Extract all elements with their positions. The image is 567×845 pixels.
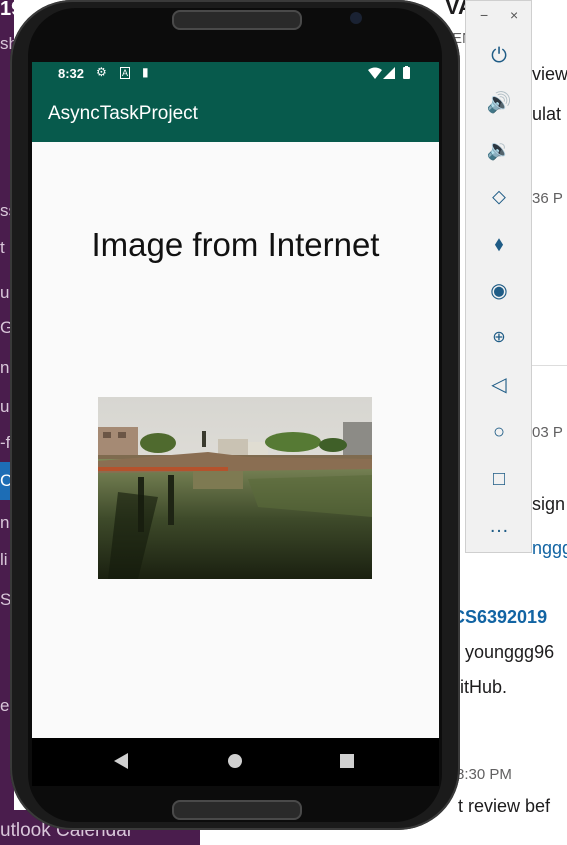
chat-text: younggg96 (465, 642, 555, 662)
status-bar: 8:32 ⚙ A ▮ (32, 62, 439, 86)
app-bar: AsyncTaskProject (32, 86, 439, 142)
a-icon: A (120, 67, 131, 79)
sd-card-icon: ▮ (142, 65, 149, 79)
chat-text: sign (532, 494, 566, 514)
power-icon[interactable]: ⏻ (486, 43, 512, 69)
close-button[interactable]: × (510, 7, 518, 23)
chat-link[interactable]: nggg (532, 538, 567, 559)
background-fragment: n (0, 358, 10, 377)
volume-up-icon[interactable]: 🔊 (486, 90, 512, 116)
zoom-icon[interactable]: ⊕ (486, 325, 512, 351)
more-icon[interactable]: … (486, 513, 512, 539)
rotate-left-icon[interactable]: ⬦ (486, 184, 512, 210)
bottom-speaker (172, 800, 302, 820)
downloaded-image (98, 397, 372, 579)
volume-down-icon[interactable]: 🔉 (486, 137, 512, 163)
image-heading: Image from Internet (91, 226, 380, 263)
signal-icon (383, 67, 395, 79)
wifi-icon (368, 67, 382, 79)
battery-icon (403, 66, 410, 79)
back-icon[interactable] (114, 753, 128, 769)
chat-timestamp: 8:30 PM (456, 766, 512, 783)
device-screen: 8:32 ⚙ A ▮ AsyncTaskProject Image from I… (32, 62, 439, 738)
overview-icon[interactable]: □ (486, 466, 512, 492)
background-fragment: t (0, 238, 5, 257)
front-camera (350, 12, 362, 24)
minimize-button[interactable]: − (480, 7, 488, 23)
rotate-right-icon[interactable]: ⬧ (486, 231, 512, 257)
app-title: AsyncTaskProject (48, 103, 198, 124)
emulator-toolbar: − × ⏻ 🔊 🔉 ⬦ ⬧ ◉ ⊕ ◁ ○ □ … (465, 0, 532, 553)
chat-timestamp: 36 P (532, 190, 563, 207)
background-fragment: -f (0, 433, 11, 452)
camera-icon[interactable]: ◉ (486, 278, 512, 304)
chat-timestamp: 03 P (532, 424, 563, 441)
home-icon[interactable] (228, 753, 242, 769)
status-time: 8:32 (58, 66, 85, 81)
gear-icon: ⚙ (96, 65, 107, 79)
top-speaker (172, 10, 302, 30)
background-fragment: li (0, 550, 8, 569)
chat-text: t review bef (458, 796, 551, 816)
home-icon[interactable]: ○ (486, 419, 512, 445)
recents-icon[interactable] (340, 753, 354, 769)
background-fragment: 19 (0, 0, 23, 20)
system-nav-bar (32, 738, 439, 786)
chat-repo-link[interactable]: CS6392019 (452, 607, 547, 628)
chat-text: itHub. (460, 677, 508, 697)
back-icon[interactable]: ◁ (486, 372, 512, 398)
